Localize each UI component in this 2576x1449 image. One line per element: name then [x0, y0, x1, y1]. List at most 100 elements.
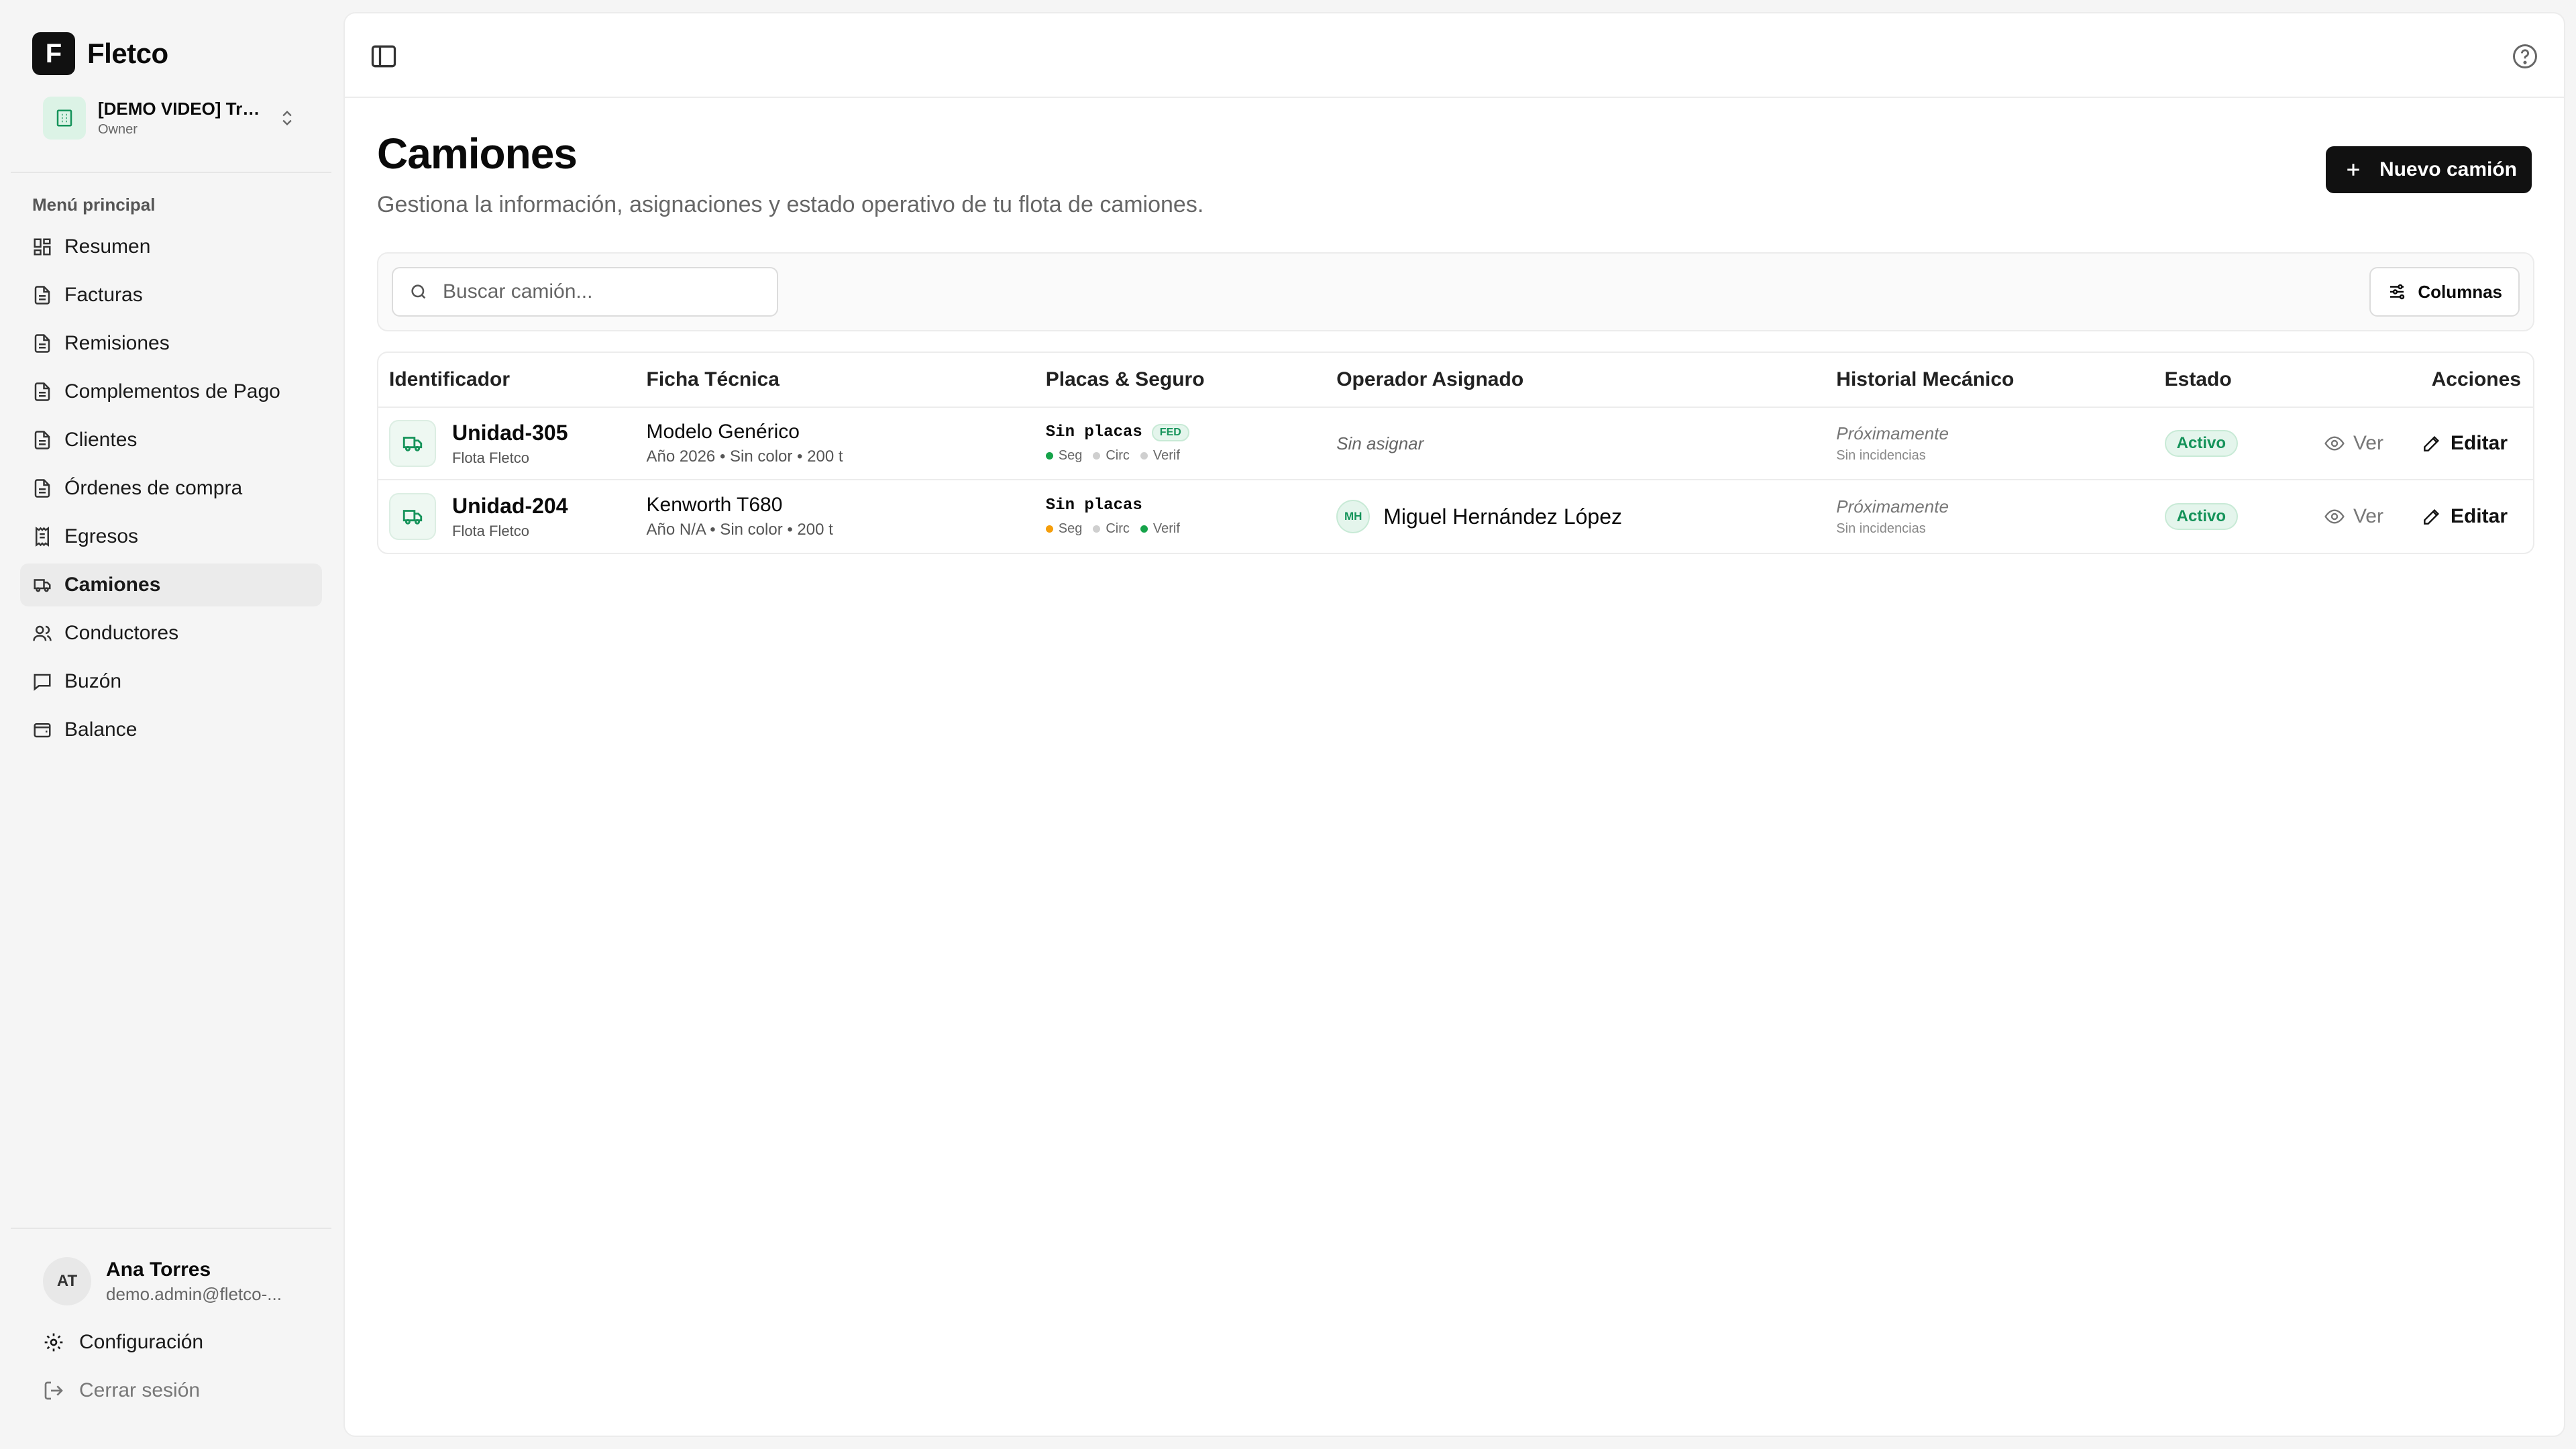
help-icon: [2513, 44, 2537, 68]
maintenance-history-sub: Sin incidencias: [1836, 448, 1926, 463]
nav-item-label: Clientes: [64, 429, 138, 451]
truck-spec: Año 2026 • Sin color • 200 t: [646, 447, 843, 466]
document-icon: [34, 431, 50, 449]
organization-role: Owner: [98, 122, 138, 137]
header-operador[interactable]: Operador Asignado: [1336, 368, 1836, 391]
brand-name: Fletco: [87, 38, 168, 69]
maintenance-history: Próximamente: [1836, 496, 1949, 517]
view-button[interactable]: Ver: [2324, 505, 2383, 528]
fleet-name: Flota Fletco: [452, 522, 529, 539]
doc-status: Verif: [1140, 448, 1180, 464]
nav-item-resumen[interactable]: Resumen: [20, 225, 322, 268]
sliders-icon: [2390, 284, 2405, 300]
wallet-icon: [34, 723, 51, 738]
logout-link[interactable]: Cerrar sesión: [43, 1379, 200, 1402]
user-name: Ana Torres: [106, 1258, 211, 1281]
nav-item-buzon[interactable]: Buzón: [20, 660, 322, 703]
document-status-list: Seg Circ Verif: [1045, 521, 1336, 537]
brand-logo: F: [32, 32, 75, 75]
settings-link[interactable]: Configuración: [43, 1331, 203, 1354]
nav-item-label: Conductores: [64, 622, 179, 644]
new-truck-label: Nuevo camión: [2379, 158, 2517, 180]
sidebar-toggle-icon: [371, 45, 396, 68]
document-icon: [34, 479, 50, 498]
header-identificador[interactable]: Identificador: [378, 368, 647, 391]
status-dot: [1140, 452, 1148, 460]
status-dot: [1045, 452, 1053, 460]
avatar: AT: [43, 1257, 91, 1305]
doc-label: Seg: [1058, 521, 1083, 536]
table-toolbar: Columnas: [377, 252, 2534, 331]
eye-icon: [2324, 436, 2345, 451]
sidebar-footer-divider: [11, 1228, 331, 1229]
assigned-operator[interactable]: MH Miguel Hernández López: [1336, 500, 1836, 533]
operator-unassigned: Sin asignar: [1336, 433, 1424, 453]
nav-item-label: Complementos de Pago: [64, 380, 280, 402]
edit-button[interactable]: Editar: [2421, 505, 2508, 528]
search-box[interactable]: [392, 267, 778, 317]
nav-item-ordenes-de-compra[interactable]: Órdenes de compra: [20, 467, 322, 510]
status-badge: Activo: [2164, 503, 2239, 530]
building-icon: [43, 97, 86, 140]
columns-button[interactable]: Columnas: [2369, 267, 2520, 317]
nav-item-remisiones[interactable]: Remisiones: [20, 322, 322, 365]
plus-icon: [2347, 164, 2359, 176]
header-historial[interactable]: Historial Mecánico: [1836, 368, 2164, 391]
receipt-icon: [36, 527, 49, 547]
main-nav: Resumen Facturas Remisiones Complementos…: [20, 225, 322, 757]
edit-label: Editar: [2450, 432, 2508, 454]
maintenance-history: Próximamente: [1836, 423, 1949, 443]
header-ficha-tecnica[interactable]: Ficha Técnica: [647, 368, 1046, 391]
doc-label: Circ: [1106, 521, 1130, 536]
brand[interactable]: F Fletco: [32, 32, 168, 75]
operator-name: Miguel Hernández López: [1383, 504, 1622, 529]
trucks-table: Identificador Ficha Técnica Placas & Seg…: [377, 352, 2534, 554]
pencil-icon: [2424, 435, 2439, 451]
menu-section-title: Menú principal: [32, 195, 156, 215]
organization-switcher[interactable]: [DEMO VIDEO] Tra... Owner: [32, 93, 307, 144]
unit-name: Unidad-204: [452, 493, 568, 518]
nav-item-label: Resumen: [64, 235, 151, 258]
doc-label: Circ: [1106, 448, 1130, 463]
doc-status: Seg: [1045, 448, 1083, 464]
topbar: [345, 13, 2564, 98]
header-estado[interactable]: Estado: [2165, 368, 2312, 391]
status-badge: Activo: [2164, 430, 2239, 457]
truck-model: Kenworth T680: [646, 494, 783, 516]
view-label: Ver: [2353, 432, 2383, 454]
table-row[interactable]: Unidad-204 Flota Fletco Kenworth T680 Añ…: [378, 480, 2533, 553]
view-label: Ver: [2353, 505, 2383, 527]
plate-number: Sin placas: [1045, 496, 1142, 515]
page-subtitle: Gestiona la información, asignaciones y …: [377, 192, 1204, 217]
truck-model: Modelo Genérico: [646, 421, 800, 443]
nav-item-conductores[interactable]: Conductores: [20, 612, 322, 655]
edit-button[interactable]: Editar: [2421, 432, 2508, 455]
new-truck-button[interactable]: Nuevo camión: [2325, 146, 2532, 193]
nav-item-label: Órdenes de compra: [64, 477, 243, 499]
eye-icon: [2324, 509, 2345, 524]
status-dot: [1140, 525, 1148, 533]
view-button[interactable]: Ver: [2324, 432, 2383, 455]
sidebar-toggle-button[interactable]: [369, 42, 398, 71]
plate-type-badge: FED: [1151, 423, 1189, 441]
doc-status: Seg: [1045, 521, 1083, 537]
nav-item-balance[interactable]: Balance: [20, 708, 322, 751]
help-button[interactable]: [2510, 42, 2540, 71]
search-input[interactable]: [443, 280, 751, 303]
document-icon: [34, 382, 50, 401]
table-row[interactable]: Unidad-305 Flota Fletco Modelo Genérico …: [378, 408, 2533, 480]
nav-item-egresos[interactable]: Egresos: [20, 515, 322, 558]
nav-item-clientes[interactable]: Clientes: [20, 419, 322, 462]
truck-icon: [34, 579, 51, 592]
header-placas-seguro[interactable]: Placas & Seguro: [1046, 368, 1336, 391]
document-icon: [34, 286, 50, 305]
nav-item-label: Balance: [64, 718, 138, 741]
nav-item-camiones[interactable]: Camiones: [20, 564, 322, 606]
operator-avatar: MH: [1336, 500, 1371, 533]
doc-label: Seg: [1058, 448, 1083, 463]
nav-item-facturas[interactable]: Facturas: [20, 274, 322, 317]
doc-status: Circ: [1093, 521, 1130, 537]
user-profile[interactable]: AT Ana Torres demo.admin@fletco-...: [43, 1257, 282, 1305]
nav-item-complementos-de-pago[interactable]: Complementos de Pago: [20, 370, 322, 413]
maintenance-history-sub: Sin incidencias: [1836, 521, 1926, 536]
